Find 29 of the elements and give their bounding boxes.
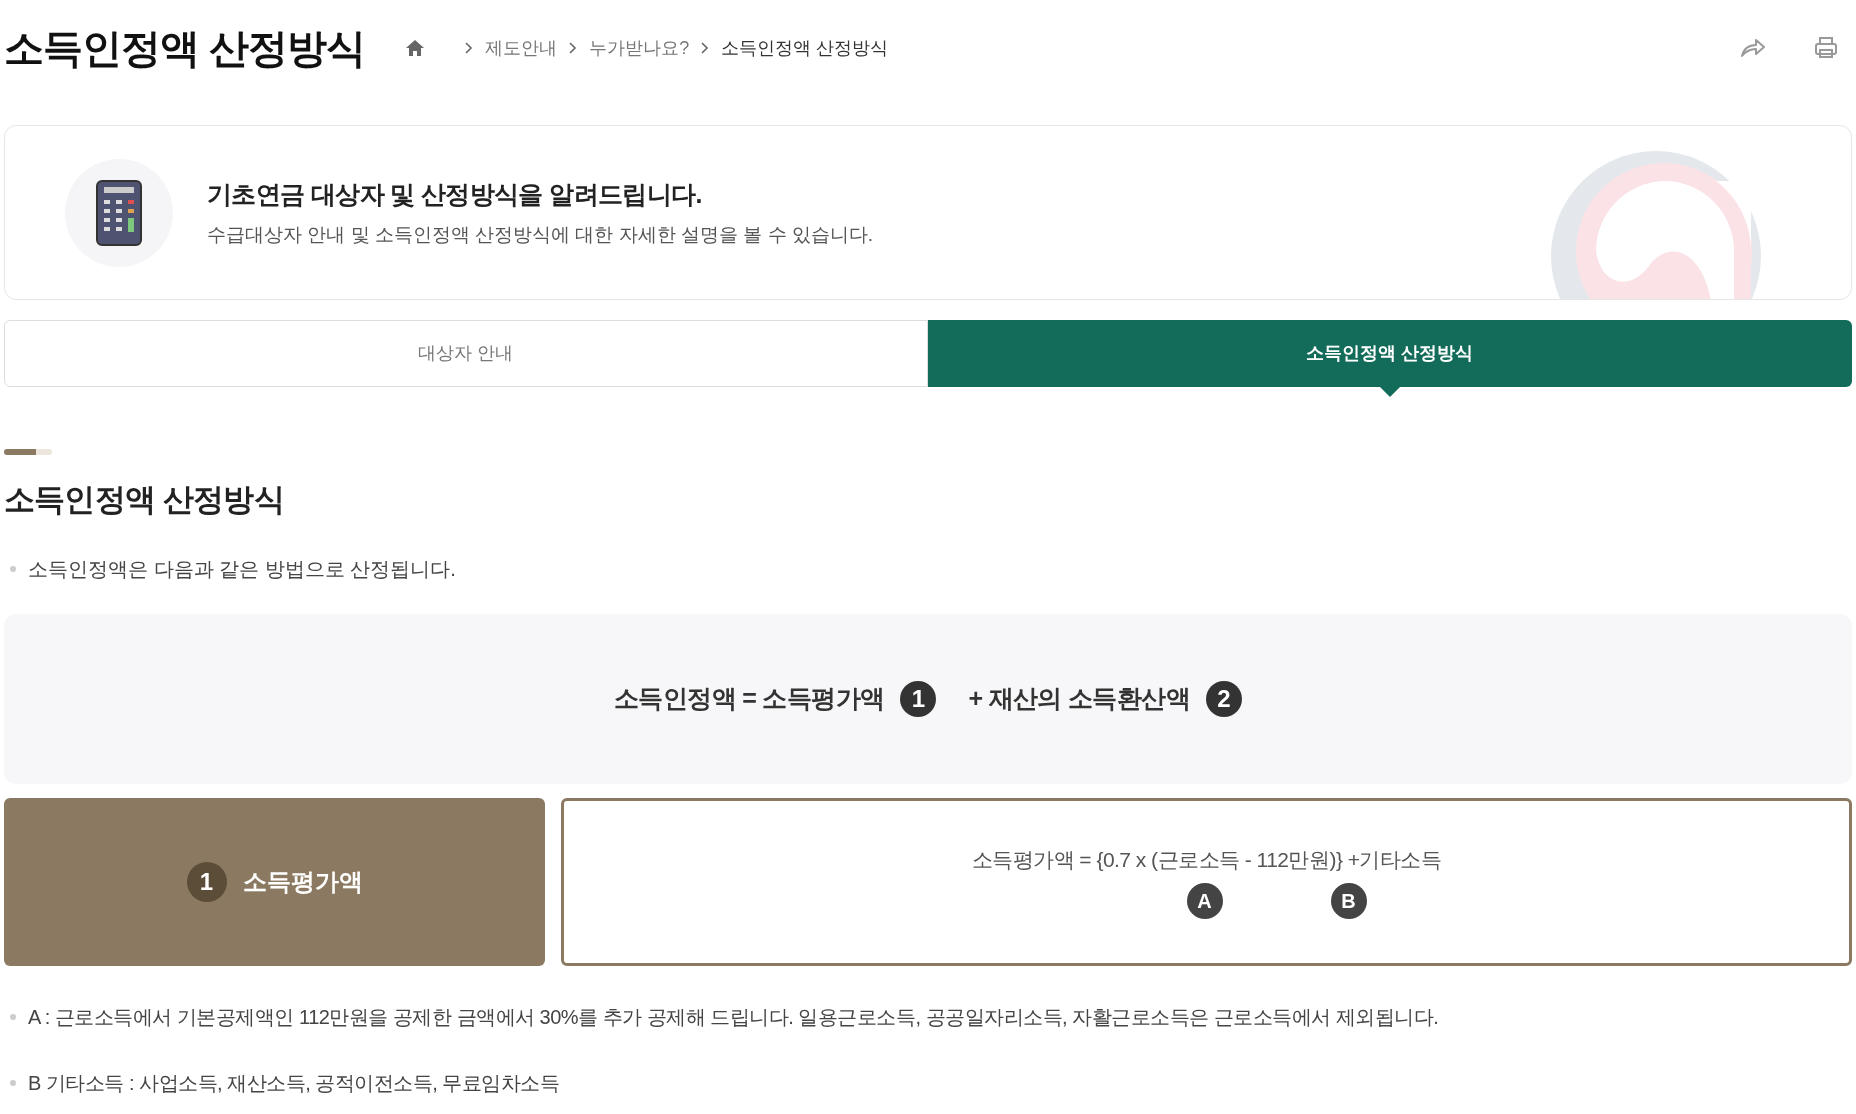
note-text: A : 근로소득에서 기본공제액인 112만원을 공제한 금액에서 30%를 추가 공제해 드립니다. 일용근로소득, 공공일자리소득, 자활근로소득은 근로소득에서 제외됩니다. xyxy=(28,1004,1439,1030)
note-text: B 기타소득 : 사업소득, 재산소득, 공적이전소득, 무료임차소득 xyxy=(28,1070,560,1096)
breadcrumb-link[interactable]: 소득인정액 산정방식 xyxy=(721,34,889,62)
page-title: 소득인정액 산정방식 xyxy=(4,25,366,72)
home-icon[interactable] xyxy=(405,39,426,57)
breadcrumb-link[interactable]: 제도안내 xyxy=(485,34,558,62)
number-badge: 2 xyxy=(1206,680,1242,717)
share-icon[interactable] xyxy=(1740,38,1766,58)
tab-pointer-icon xyxy=(1380,387,1400,397)
chevron-icon xyxy=(701,42,710,54)
accent-bar xyxy=(4,449,52,455)
formula-text: 소득평가액 = {0.7 x (근로소득 - 112만원)} +기타소득 xyxy=(971,846,1442,873)
banner-title: 기초연금 대상자 및 산정방식을 알려드립니다. xyxy=(207,178,703,210)
formula-term: + 재산의 소득환산액 xyxy=(968,682,1190,714)
letter-badge: A xyxy=(1186,883,1223,920)
breadcrumb-link[interactable]: 누가받나요? xyxy=(589,34,690,62)
intro-text: 소득인정액은 다음과 같은 방법으로 산정됩니다. xyxy=(28,556,456,582)
tab[interactable]: 대상자 안내 xyxy=(4,320,928,387)
letter-badge: B xyxy=(1330,883,1367,920)
card-title: 소득평가액 xyxy=(242,866,363,897)
print-icon[interactable] xyxy=(1814,36,1838,60)
number-badge: 1 xyxy=(186,861,227,902)
tab[interactable]: 소득인정액 산정방식 xyxy=(928,320,1852,387)
number-badge: 1 xyxy=(900,680,937,717)
section-title: 소득인정액 산정방식 xyxy=(4,481,285,519)
chevron-icon xyxy=(465,42,474,54)
banner-description: 수급대상자 안내 및 소득인정액 산정방식에 대한 자세한 설명을 볼 수 있습니다. xyxy=(207,223,874,247)
chevron-icon xyxy=(569,42,578,54)
formula-term: 소득인정액 = 소득평가액 xyxy=(614,682,885,714)
